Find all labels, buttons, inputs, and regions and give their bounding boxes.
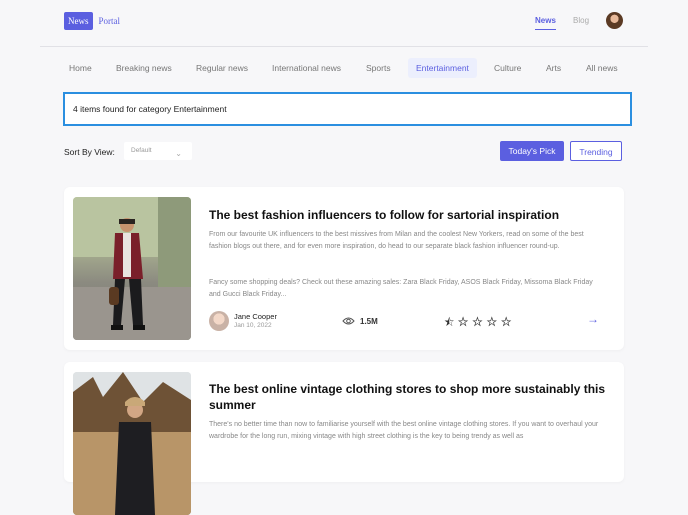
category-all-news[interactable]: All news [586, 58, 618, 78]
vintage-man-photo [73, 372, 191, 515]
logo-box: News [64, 12, 93, 30]
publish-date: Jan 10, 2022 [234, 322, 272, 329]
article-excerpt: From our favourite UK influencers to the… [209, 231, 584, 250]
top-bar: News Portal News Blog [0, 0, 688, 46]
category-arts[interactable]: Arts [546, 58, 561, 78]
chevron-down-icon: ⌄ [175, 149, 182, 158]
author-avatar [209, 311, 229, 331]
star-icon[interactable]: ☆ [457, 317, 471, 329]
article-title[interactable]: The best online vintage clothing stores … [209, 381, 609, 413]
star-icon[interactable]: ☆ [472, 317, 486, 329]
category-sports[interactable]: Sports [366, 58, 391, 78]
view-count: 1.5M [360, 317, 378, 326]
category-entertainment[interactable]: Entertainment [408, 58, 477, 78]
sort-selected-value: Default [131, 147, 152, 154]
user-avatar[interactable] [606, 12, 623, 29]
result-count-box: 4 items found for category Entertainment [63, 92, 632, 126]
article-excerpt: There's no better time than now to famil… [209, 421, 599, 440]
fashion-man-photo [73, 197, 191, 340]
todays-pick-button[interactable]: Today's Pick [500, 141, 564, 161]
eye-icon [342, 317, 355, 325]
article-image[interactable] [73, 372, 191, 515]
sort-select[interactable]: Default ⌄ [124, 142, 192, 160]
arrow-right-icon[interactable]: → [587, 312, 599, 326]
star-half-icon[interactable]: ⯪ [444, 317, 457, 329]
category-home[interactable]: Home [69, 58, 92, 78]
category-regular-news[interactable]: Regular news [196, 58, 248, 78]
nav-news[interactable]: News [535, 16, 556, 30]
star-icon[interactable]: ☆ [486, 317, 500, 329]
article-card[interactable]: The best online vintage clothing stores … [64, 362, 624, 515]
article-image[interactable] [73, 197, 191, 340]
author-name: Jane Cooper [234, 312, 277, 321]
sort-label: Sort By View: [64, 147, 115, 157]
logo[interactable]: News Portal [64, 12, 120, 30]
rating-stars[interactable]: ⯪☆☆☆☆ [444, 314, 515, 333]
nav-blog[interactable]: Blog [573, 16, 589, 25]
category-nav: Home Breaking news Regular news Internat… [0, 58, 688, 78]
article-excerpt-2: Fancy some shopping deals? Check out the… [209, 279, 593, 298]
category-culture[interactable]: Culture [494, 58, 521, 78]
star-icon[interactable]: ☆ [501, 317, 515, 329]
category-international-news[interactable]: International news [272, 58, 341, 78]
header-divider [40, 46, 648, 47]
category-breaking-news[interactable]: Breaking news [116, 58, 172, 78]
article-card[interactable]: The best fashion influencers to follow f… [64, 187, 624, 350]
logo-text: Portal [98, 16, 121, 26]
trending-button[interactable]: Trending [570, 141, 622, 161]
article-title[interactable]: The best fashion influencers to follow f… [209, 207, 609, 223]
